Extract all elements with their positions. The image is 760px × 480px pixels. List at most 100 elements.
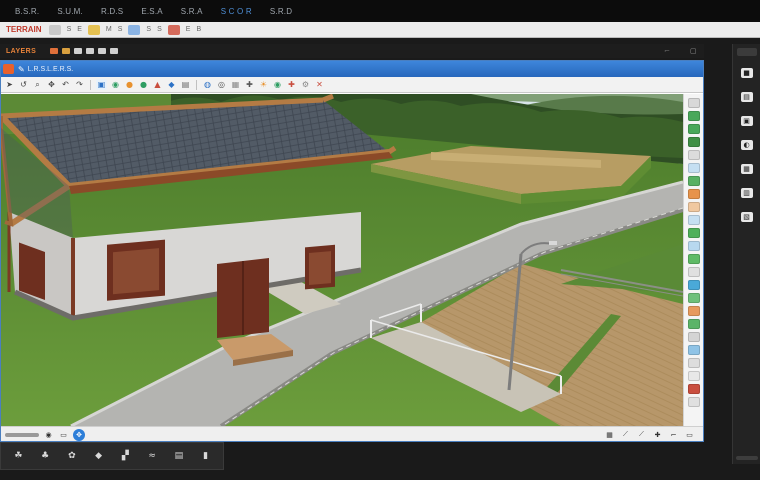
move-icon[interactable]: ▣ <box>96 79 107 90</box>
menu-item-5[interactable]: S.R.A <box>172 7 212 16</box>
menu-item-3[interactable]: R.D.S <box>92 7 132 16</box>
save-icon[interactable] <box>128 24 141 35</box>
navigate-icon[interactable]: ✥ <box>73 428 85 441</box>
layer-6-icon[interactable] <box>110 48 119 54</box>
grid-icon[interactable]: ▦ <box>604 430 615 440</box>
tree-brush-icon[interactable] <box>687 124 700 134</box>
materials-icon[interactable]: ■ <box>740 68 753 78</box>
camera-view-icon[interactable]: ◉ <box>43 430 54 440</box>
snow-brush-icon[interactable] <box>687 371 700 381</box>
path-icon[interactable]: ▞ <box>117 447 133 465</box>
brush-icon[interactable]: ● <box>124 79 135 90</box>
water-icon[interactable]: ≈ <box>144 447 160 465</box>
close-icon[interactable] <box>167 24 180 35</box>
tree-icon[interactable]: ◎ <box>216 79 227 90</box>
clay-brush-icon[interactable] <box>687 306 700 316</box>
fence-icon[interactable]: ◍ <box>202 79 213 90</box>
scene-viewport[interactable] <box>1 94 683 426</box>
maximize-icon[interactable]: ▢ <box>690 47 697 55</box>
pan-icon[interactable]: ✥ <box>46 79 57 90</box>
road-icon[interactable]: ▤ <box>180 79 191 90</box>
river-brush-icon[interactable] <box>687 280 700 290</box>
settings-icon[interactable]: ⚙ <box>300 79 311 90</box>
terrain-icon[interactable]: ▲ <box>152 79 163 90</box>
strip-item-8[interactable]: B <box>193 26 204 33</box>
menu-item-1[interactable]: B.S.R. <box>6 7 48 16</box>
pond-brush-icon[interactable] <box>687 345 700 355</box>
view-side-icon[interactable] <box>687 150 700 160</box>
hedge-brush-icon[interactable] <box>687 254 700 264</box>
lock-icon[interactable]: ⌐ <box>668 430 679 440</box>
redo-icon[interactable]: ↷ <box>74 79 85 90</box>
water-icon[interactable]: ◆ <box>166 79 177 90</box>
help-icon[interactable]: ✕ <box>314 79 325 90</box>
measure-icon[interactable]: ⟋ <box>636 430 647 440</box>
sand-brush-icon[interactable] <box>687 202 700 212</box>
water-brush-icon[interactable] <box>687 163 700 173</box>
grass-icon[interactable]: ▦ <box>230 79 241 90</box>
rock-icon[interactable]: ◆ <box>91 447 107 465</box>
textures-icon[interactable]: ▦ <box>740 164 753 174</box>
strip-item-7[interactable]: E <box>183 26 194 33</box>
layer-1-icon[interactable] <box>50 48 59 54</box>
menu-item-6[interactable]: S C O R <box>212 7 261 16</box>
settings-icon[interactable]: ▧ <box>740 212 753 222</box>
layers-icon[interactable]: ▤ <box>740 92 753 102</box>
strip-item-3[interactable]: M <box>103 26 115 33</box>
meadow-brush-icon[interactable] <box>687 319 700 329</box>
rotate-icon[interactable]: ↺ <box>18 79 29 90</box>
minimize-icon[interactable]: ⌐ <box>664 47 670 55</box>
strip-item-5[interactable]: S <box>143 26 154 33</box>
snap-icon[interactable]: ⟋ <box>620 430 631 440</box>
menu-item-7[interactable]: S.R.D <box>261 7 301 16</box>
menu-item-2[interactable]: S.U.M. <box>48 7 92 16</box>
brush-tool-icon[interactable]: ✎ <box>18 65 25 74</box>
shrub-icon[interactable]: ♣ <box>37 447 53 465</box>
rock-brush-icon[interactable] <box>687 358 700 368</box>
stone-brush-icon[interactable] <box>687 267 700 277</box>
view-top-icon[interactable] <box>687 98 700 108</box>
moss-brush-icon[interactable] <box>687 228 700 238</box>
objects-icon[interactable]: ▣ <box>740 116 753 126</box>
folder-icon[interactable] <box>87 24 100 35</box>
scale-icon[interactable]: ◉ <box>110 79 121 90</box>
field-brush-icon[interactable] <box>687 176 700 186</box>
bench-icon[interactable]: ▤ <box>171 447 187 465</box>
export-icon[interactable]: ▥ <box>740 188 753 198</box>
layer-3-icon[interactable] <box>74 48 83 54</box>
rock-icon[interactable]: ✚ <box>244 79 255 90</box>
lawn-brush-icon[interactable] <box>687 293 700 303</box>
layer-5-icon[interactable] <box>98 48 107 54</box>
zoom-icon[interactable]: ⌕ <box>32 79 43 90</box>
menu-item-4[interactable]: E.S.A <box>132 7 171 16</box>
ice-brush-icon[interactable] <box>687 241 700 251</box>
layer-4-icon[interactable] <box>86 48 95 54</box>
lights-icon[interactable]: ◐ <box>740 140 753 150</box>
soil-brush-icon[interactable] <box>687 189 700 199</box>
tree-icon[interactable]: ☘ <box>10 447 26 465</box>
erase-brush-icon[interactable] <box>687 384 700 394</box>
expand-icon[interactable]: ▭ <box>684 430 695 440</box>
layer-2-icon[interactable] <box>62 48 71 54</box>
sky-brush-icon[interactable] <box>687 215 700 225</box>
strip-item-2[interactable]: E <box>74 26 85 33</box>
strip-item-6[interactable]: S <box>154 26 165 33</box>
select-icon[interactable]: ➤ <box>4 79 15 90</box>
strip-item-4[interactable]: S <box>115 26 126 33</box>
shrub-brush-icon[interactable] <box>687 137 700 147</box>
zoom-slider[interactable] <box>5 432 39 437</box>
strip-item-1[interactable]: S <box>64 26 75 33</box>
pin-icon[interactable]: ✚ <box>652 430 663 440</box>
flower-icon[interactable]: ✿ <box>64 447 80 465</box>
undo-icon[interactable]: ↶ <box>60 79 71 90</box>
camera-icon[interactable]: ◉ <box>272 79 283 90</box>
fit-view-icon[interactable]: ▭ <box>58 430 69 440</box>
grass-brush-icon[interactable] <box>687 111 700 121</box>
smooth-brush-icon[interactable] <box>687 397 700 407</box>
gravel-brush-icon[interactable] <box>687 332 700 342</box>
lamp-icon[interactable]: ▮ <box>198 447 214 465</box>
file-icon[interactable] <box>48 24 61 35</box>
render-icon[interactable]: ✚ <box>286 79 297 90</box>
paint-icon[interactable]: ● <box>138 79 149 90</box>
light-icon[interactable]: ☀ <box>258 79 269 90</box>
